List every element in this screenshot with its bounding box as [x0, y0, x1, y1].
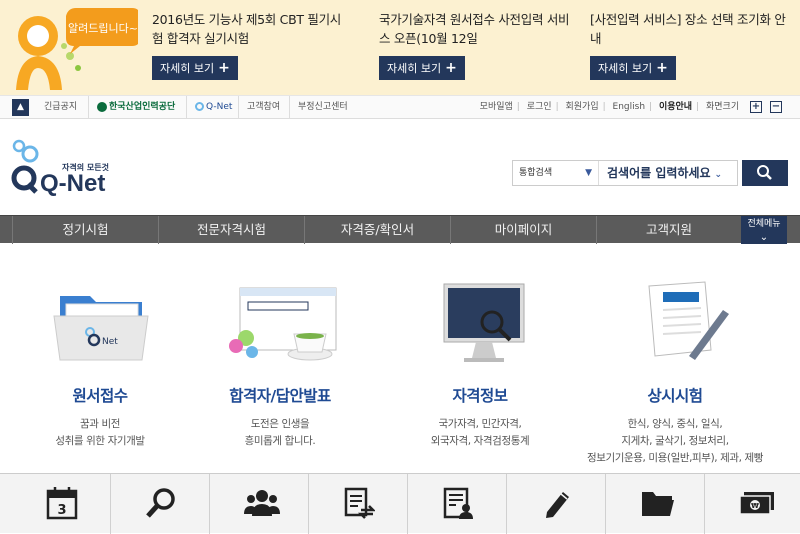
zoom-out-button[interactable]: −: [770, 100, 782, 113]
svg-text:₩: ₩: [751, 502, 759, 510]
zoom-in-button[interactable]: +: [750, 100, 762, 113]
notice-text[interactable]: 국가기술자격 원서접수 사전입력 서비스 오픈(10월 12일: [379, 10, 579, 48]
screen-size-label: 화면크기: [706, 102, 740, 112]
utility-right: 모바일앱 | 로그인 | 회원가입 | English | 이용안내 | 화면크기 + −: [479, 100, 782, 113]
mascot-icon: 알려드립니다~: [16, 8, 138, 90]
service-title: 원서접수: [72, 387, 128, 405]
notice-banner: 알려드립니다~ 2016년도 기능사 제5회 CBT 필기시험 합격자 실기시험…: [0, 0, 800, 95]
mascot-text: 알려드립니다~: [68, 21, 138, 35]
nav-item-certificate[interactable]: 자격증/확인서: [304, 216, 450, 244]
svg-text:Net: Net: [102, 337, 118, 347]
logo-name: Q-Net: [40, 170, 106, 197]
notice-more-button[interactable]: 자세히 보기 +: [590, 56, 676, 80]
service-desc: 한식, 양식, 중식, 일식,: [627, 418, 723, 430]
english-link[interactable]: English: [613, 102, 646, 112]
service-info[interactable]: 자격정보 국가자격, 민간자격, 외국자격, 자격검정통계: [380, 280, 580, 450]
document-user-icon: [443, 487, 473, 519]
notice-item: [사전입력 서비스] 장소 선택 조기화 안내 자세히 보기 +: [590, 10, 790, 80]
quick-menu-item[interactable]: 3: [12, 474, 111, 534]
notice-more-button[interactable]: 자세히 보기 +: [152, 56, 238, 80]
qnet-link[interactable]: Q-Net: [186, 96, 236, 118]
notice-item: 국가기술자격 원서접수 사전입력 서비스 오픈(10월 12일 자세히 보기 +: [379, 10, 579, 80]
service-desc: 꿈과 비전: [80, 418, 120, 430]
search-category-select[interactable]: 통합검색 ▼: [513, 161, 599, 185]
service-desc: 성취를 위한 자기개발: [55, 435, 145, 447]
nav-item-support[interactable]: 고객지원: [596, 216, 741, 244]
notice-text[interactable]: 2016년도 기능사 제5회 CBT 필기시험 합격자 실기시험: [152, 10, 352, 48]
quick-menu-item[interactable]: ₩: [705, 474, 800, 534]
service-desc: 흥미롭게 합니다.: [244, 435, 316, 447]
quick-menu-item[interactable]: [111, 474, 210, 534]
document-exchange-icon: [344, 487, 375, 519]
service-desc: 국가자격, 민간자격,: [438, 418, 522, 430]
quick-menu-item[interactable]: [408, 474, 507, 534]
customer-participation-link[interactable]: 고객참여: [238, 96, 280, 118]
service-results[interactable]: 합격자/답안발표 도전은 인생을흥미롭게 합니다.: [180, 280, 380, 450]
service-regular[interactable]: 상시시험 한식, 양식, 중식, 일식, 지게차, 굴삭기, 정보처리, 정보기기운…: [575, 280, 775, 467]
mobile-app-link[interactable]: 모바일앱: [480, 102, 513, 112]
quick-menu-item[interactable]: [210, 474, 309, 534]
quick-menu-item[interactable]: [606, 474, 705, 534]
guide-link[interactable]: 이용안내: [659, 102, 692, 112]
nav-item-professional-exam[interactable]: 전문자격시험: [158, 216, 304, 244]
qnet-small-logo-icon: [195, 102, 204, 111]
service-application[interactable]: Net 원서접수 꿈과 비전성취를 위한 자기개발: [0, 280, 200, 450]
calendar-day: 3: [57, 503, 66, 518]
utility-bar: ▲ 긴급공지 한국산업인력공단 Q-Net 고객참여 부정신고센터 모바일앱 | …: [0, 95, 800, 119]
document-pen-illustration-icon: [648, 281, 729, 360]
service-desc: 지게차, 굴삭기, 정보처리,: [621, 435, 729, 447]
service-desc: 도전은 인생을: [250, 418, 310, 430]
search-box: 통합검색 ▼ 검색어를 입력하세요 ⌄: [512, 160, 738, 186]
pencil-icon: [546, 492, 569, 518]
site-logo[interactable]: 자격의 모든것 Q-Net: [10, 138, 110, 198]
chevron-down-icon: ⌄: [759, 232, 769, 243]
main-nav: 정기시험 전문자격시험 자격증/확인서 마이페이지 고객지원 전체메뉴 ⌄: [0, 215, 800, 244]
all-menu-button[interactable]: 전체메뉴 ⌄: [741, 216, 787, 244]
nav-item-regular-exam[interactable]: 정기시험: [12, 216, 158, 244]
group-users-icon: [244, 490, 280, 516]
service-title: 합격자/답안발표: [229, 387, 331, 405]
emergency-notice-link[interactable]: 긴급공지: [36, 96, 77, 118]
browser-illustration-icon: [229, 287, 337, 361]
monitor-illustration-icon: [443, 283, 525, 362]
service-title: 상시시험: [647, 387, 703, 405]
notice-more-button[interactable]: 자세히 보기 +: [379, 56, 465, 80]
magnifier-icon: [146, 488, 175, 518]
folder-illustration-icon: Net: [53, 296, 149, 361]
calendar-icon: 3: [46, 487, 78, 520]
quick-menu-item[interactable]: [507, 474, 606, 534]
service-desc: 외국자격, 자격검정통계: [430, 435, 530, 447]
report-center-link[interactable]: 부정신고센터: [289, 96, 348, 118]
folder-icon: [642, 492, 674, 516]
service-title: 자격정보: [452, 387, 508, 405]
money-icon: ₩: [739, 492, 774, 515]
hrdkorea-link[interactable]: 한국산업인력공단: [88, 96, 184, 118]
quick-menu-bar: 3 ₩: [0, 473, 800, 534]
search-input[interactable]: 검색어를 입력하세요 ⌄: [607, 161, 722, 187]
notice-text[interactable]: [사전입력 서비스] 장소 선택 조기화 안내: [590, 10, 790, 48]
hrdkorea-logo-icon: [97, 101, 107, 112]
search-icon: [757, 165, 772, 180]
search-button[interactable]: [742, 160, 788, 186]
chevron-down-icon: ⌄: [714, 170, 723, 180]
notice-toggle-button[interactable]: ▲: [12, 99, 29, 116]
chevron-down-icon: ▼: [585, 168, 592, 178]
quick-menu-item[interactable]: [309, 474, 408, 534]
notice-item: 2016년도 기능사 제5회 CBT 필기시험 합격자 실기시험 자세히 보기 +: [152, 10, 352, 80]
nav-item-mypage[interactable]: 마이페이지: [450, 216, 596, 244]
signup-link[interactable]: 회원가입: [565, 102, 598, 112]
login-link[interactable]: 로그인: [527, 102, 552, 112]
service-desc: 정보기기운용, 미용(일반,피부), 제과, 제빵: [586, 452, 764, 464]
